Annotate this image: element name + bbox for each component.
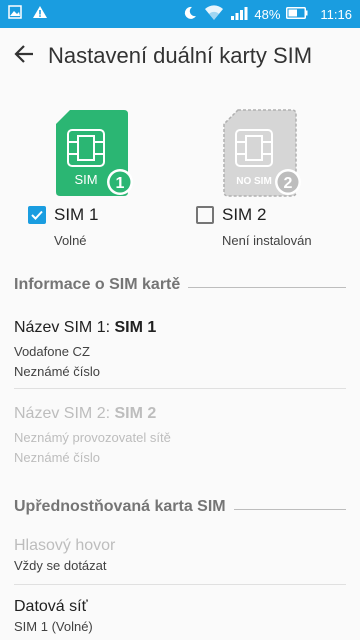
- battery-percent: 48%: [254, 6, 281, 22]
- sim2-operator: Neznámý provozovatel sítě: [14, 430, 171, 445]
- toolbar: Nastavení duální karty SIM: [0, 28, 360, 84]
- sim1-checkbox[interactable]: SIM 1: [28, 205, 98, 225]
- data-network-item[interactable]: Datová síť SIM 1 (Volné): [14, 597, 346, 637]
- back-button[interactable]: [0, 32, 48, 80]
- sim2-number: Neznámé číslo: [14, 450, 100, 465]
- moon-icon: [182, 5, 198, 24]
- sim2-name-value: SIM 2: [114, 405, 157, 422]
- sim2-name-prefix: Název SIM 2:: [14, 405, 115, 422]
- warning-icon: [32, 5, 48, 24]
- sim1-name-prefix: Název SIM 1:: [14, 319, 115, 336]
- arrow-left-icon: [13, 43, 35, 70]
- sim2-checkbox[interactable]: SIM 2: [196, 205, 266, 225]
- sim1-status: Volné: [54, 233, 87, 248]
- section-title: Upřednostňovaná karta SIM: [14, 498, 226, 515]
- sim2-card-icon: NO SIM 2: [222, 108, 302, 198]
- sim1-badge-number: 1: [116, 175, 125, 192]
- sim2-label: SIM 2: [222, 205, 267, 224]
- voice-call-value: Vždy se dotázat: [14, 558, 107, 573]
- section-divider: [233, 508, 346, 510]
- sim-selection-area: SIM 1 NO SIM 2 SIM 1 Volné SIM 2 Není in…: [0, 100, 360, 260]
- sim1-name-value: SIM 1: [114, 319, 157, 336]
- sim1-label: SIM 1: [54, 205, 99, 224]
- sim1-card-icon: SIM 1: [54, 108, 134, 198]
- section-title: Informace o SIM kartě: [14, 276, 181, 293]
- signal-icon: [230, 5, 248, 24]
- divider: [14, 388, 346, 389]
- sim1-badge-text: SIM: [74, 172, 97, 187]
- clock: 11:16: [320, 6, 352, 22]
- sim2-badge-number: 2: [284, 175, 293, 192]
- sim1-name-title: Název SIM 1: SIM 1: [14, 318, 346, 338]
- sim2-badge-text: NO SIM: [236, 176, 272, 187]
- sim2-name-item: Název SIM 2: SIM 2 Neznámý provozovatel …: [14, 404, 346, 468]
- checkbox-checked-icon: [28, 206, 46, 224]
- preferred-sim-section-header: Upřednostňovaná karta SIM: [14, 498, 346, 516]
- page-title: Nastavení duální karty SIM: [48, 43, 313, 68]
- divider: [14, 584, 346, 585]
- image-icon: [8, 5, 22, 24]
- wifi-icon: [204, 5, 224, 24]
- status-bar: 48% 11:16: [0, 0, 360, 28]
- sim2-name-title: Název SIM 2: SIM 2: [14, 404, 346, 424]
- sim1-number: Neznámé číslo: [14, 364, 100, 379]
- sim2-status: Není instalován: [222, 233, 312, 248]
- sim-info-section-header: Informace o SIM kartě: [14, 276, 346, 294]
- data-network-title: Datová síť: [14, 598, 88, 615]
- voice-call-item: Hlasový hovor Vždy se dotázat: [14, 536, 346, 576]
- voice-call-title: Hlasový hovor: [14, 537, 116, 554]
- sim1-name-item[interactable]: Název SIM 1: SIM 1 Vodafone CZ Neznámé č…: [14, 318, 346, 382]
- checkbox-unchecked-icon: [196, 206, 214, 224]
- data-network-value: SIM 1 (Volné): [14, 619, 93, 634]
- battery-icon: [286, 7, 308, 22]
- section-divider: [188, 286, 346, 288]
- sim1-operator: Vodafone CZ: [14, 344, 90, 359]
